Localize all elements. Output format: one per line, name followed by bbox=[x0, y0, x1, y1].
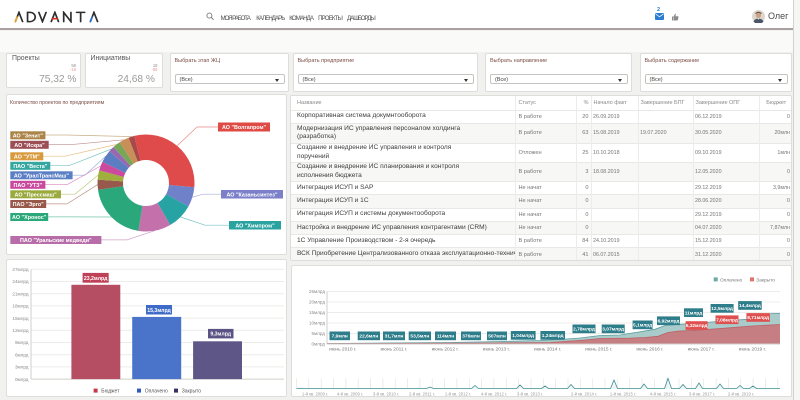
svg-text:8,71млрд: 8,71млрд bbox=[747, 315, 769, 321]
svg-text:6,92млрд: 6,92млрд bbox=[658, 318, 680, 324]
svg-text:5,32млрд: 5,32млрд bbox=[686, 323, 708, 329]
svg-text:9млрд: 9млрд bbox=[15, 340, 29, 345]
svg-text:507млн: 507млн bbox=[488, 333, 506, 339]
svg-text:АО "Прессмаш": АО "Прессмаш" bbox=[15, 192, 58, 198]
svg-text:2-й кв. 2014 г.: 2-й кв. 2014 г. bbox=[571, 391, 597, 396]
svg-text:июнь 2019 г.: июнь 2019 г. bbox=[739, 346, 766, 352]
svg-text:ПАО "Уральские медведи": ПАО "Уральские медведи" bbox=[20, 238, 92, 244]
svg-text:5млрд: 5млрд bbox=[311, 331, 325, 336]
svg-text:14,4млрд: 14,4млрд bbox=[739, 303, 761, 309]
svg-text:ДАШБОРДЫ: ДАШБОРДЫ bbox=[347, 15, 376, 22]
svg-text:ПАО "Веста": ПАО "Веста" bbox=[13, 164, 47, 170]
svg-text:11млрд: 11млрд bbox=[685, 310, 703, 316]
svg-text:31,7млн: 31,7млн bbox=[385, 333, 404, 339]
svg-text:1-й кв. 2009 г.: 1-й кв. 2009 г. bbox=[302, 391, 328, 396]
svg-text:3-й кв. 2017 г.: 3-й кв. 2017 г. bbox=[689, 391, 715, 396]
svg-text:27млрд: 27млрд bbox=[12, 267, 28, 272]
svg-text:Закрыто: Закрыто bbox=[756, 277, 775, 283]
svg-text:АО "УралТрансМаш": АО "УралТрансМаш" bbox=[14, 173, 70, 179]
svg-text:2-й кв. 2019 г.: 2-й кв. 2019 г. bbox=[728, 391, 754, 396]
svg-text:7,08млрд: 7,08млрд bbox=[716, 317, 738, 323]
svg-text:12млрд: 12млрд bbox=[12, 328, 28, 333]
svg-text:АО "Хронос": АО "Хронос" bbox=[12, 215, 47, 221]
svg-text:0млрд: 0млрд bbox=[15, 376, 29, 381]
svg-text:КОМАНДА: КОМАНДА bbox=[289, 15, 315, 22]
svg-text:4-й кв. 2012 г.: 4-й кв. 2012 г. bbox=[481, 391, 507, 396]
svg-text:6млрд: 6млрд bbox=[15, 352, 29, 357]
svg-text:Закрыто: Закрыто bbox=[182, 388, 202, 394]
svg-text:3млрд: 3млрд bbox=[15, 364, 29, 369]
svg-text:15млрд: 15млрд bbox=[12, 315, 28, 320]
svg-text:24млрд: 24млрд bbox=[12, 279, 28, 284]
svg-text:ПРОЕКТЫ: ПРОЕКТЫ bbox=[318, 15, 343, 22]
svg-text:2-й кв. 2011 г.: 2-й кв. 2011 г. bbox=[409, 391, 435, 396]
svg-text:5,1млрд: 5,1млрд bbox=[633, 322, 652, 328]
svg-text:9,3млрд: 9,3млрд bbox=[210, 331, 231, 337]
svg-text:21млрд: 21млрд bbox=[12, 291, 28, 296]
svg-text:12,5млрд: 12,5млрд bbox=[711, 306, 733, 312]
svg-text:Оплачено: Оплачено bbox=[720, 277, 743, 283]
svg-text:20млрд: 20млрд bbox=[309, 299, 325, 304]
svg-text:АО "Химпром": АО "Химпром" bbox=[235, 223, 275, 229]
svg-text:18млрд: 18млрд bbox=[12, 303, 28, 308]
svg-text:июнь 2017 г.: июнь 2017 г. bbox=[688, 346, 715, 352]
svg-text:июнь 2010 г.: июнь 2010 г. bbox=[329, 346, 356, 352]
svg-text:1,04млрд: 1,04млрд bbox=[512, 333, 534, 339]
svg-text:114млн: 114млн bbox=[437, 333, 454, 339]
svg-text:МОЯ РАБОТА: МОЯ РАБОТА bbox=[221, 15, 252, 22]
svg-text:376млн: 376млн bbox=[462, 333, 480, 339]
svg-text:КАЛЕНДАРЬ: КАЛЕНДАРЬ bbox=[256, 15, 285, 22]
svg-text:0млрд: 0млрд bbox=[311, 341, 325, 346]
svg-text:3-й кв. 2010 г.: 3-й кв. 2010 г. bbox=[373, 391, 399, 396]
svg-text:Бюджет: Бюджет bbox=[101, 388, 120, 394]
svg-text:АО "УТМ": АО "УТМ" bbox=[14, 154, 40, 160]
svg-text:1-й кв. 2015 г.: 1-й кв. 2015 г. bbox=[610, 391, 636, 396]
svg-text:53,5млн: 53,5млн bbox=[410, 333, 429, 339]
svg-text:10млрд: 10млрд bbox=[309, 320, 325, 325]
svg-text:июнь 2014 г.: июнь 2014 г. bbox=[534, 346, 561, 352]
svg-text:АО "Казаньсинтез": АО "Казаньсинтез" bbox=[226, 192, 278, 198]
svg-text:3-й кв. 2013 г.: 3-й кв. 2013 г. bbox=[517, 391, 543, 396]
svg-text:июнь 2012 г.: июнь 2012 г. bbox=[432, 346, 459, 352]
svg-text:3,07млрд: 3,07млрд bbox=[602, 326, 624, 332]
svg-text:июнь 2015 г.: июнь 2015 г. bbox=[585, 346, 612, 352]
svg-text:июнь 2011 г.: июнь 2011 г. bbox=[381, 346, 408, 352]
svg-text:Оплачено: Оплачено bbox=[145, 388, 168, 394]
svg-text:1,24млрд: 1,24млрд bbox=[542, 333, 564, 339]
svg-text:22,6млн: 22,6млн bbox=[359, 333, 378, 339]
svg-text:4-й кв. 2009 г.: 4-й кв. 2009 г. bbox=[337, 391, 363, 396]
svg-text:июнь 2013 г.: июнь 2013 г. bbox=[483, 346, 510, 352]
svg-text:ПАО "УТЗ": ПАО "УТЗ" bbox=[14, 183, 43, 189]
svg-text:ПАО "Эрго": ПАО "Эрго" bbox=[13, 202, 45, 208]
svg-text:4-й кв. 2015 г.: 4-й кв. 2015 г. bbox=[650, 391, 676, 396]
svg-text:АО "Зенит": АО "Зенит" bbox=[13, 133, 44, 139]
svg-text:АО "Искра": АО "Искра" bbox=[14, 143, 45, 149]
svg-text:25млрд: 25млрд bbox=[309, 289, 325, 294]
svg-text:2,78млрд: 2,78млрд bbox=[573, 326, 595, 332]
svg-text:7,9млн: 7,9млн bbox=[332, 333, 348, 339]
svg-text:июнь 2016 г.: июнь 2016 г. bbox=[636, 346, 663, 352]
svg-text:15млрд: 15млрд bbox=[309, 310, 325, 315]
svg-text:15,3млрд: 15,3млрд bbox=[147, 307, 171, 313]
svg-text:1-й кв. 2012 г.: 1-й кв. 2012 г. bbox=[445, 391, 471, 396]
svg-text:АО "Волгапром": АО "Волгапром" bbox=[222, 125, 267, 131]
svg-text:23,2млрд: 23,2млрд bbox=[84, 275, 108, 281]
